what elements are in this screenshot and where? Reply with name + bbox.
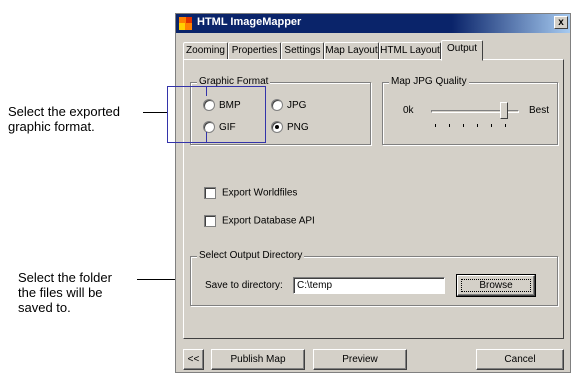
output-directory-input[interactable]: C:\temp xyxy=(293,277,445,294)
imagemapper-dialog: HTML ImageMapper x Zooming Properties Se… xyxy=(175,13,571,373)
output-panel: Graphic Format BMP JPG GIF PNG Map JPG Q… xyxy=(183,59,564,339)
radio-jpg-indicator xyxy=(271,99,283,112)
callout-line-3: saved to. xyxy=(18,300,71,315)
callout-line-2: graphic format. xyxy=(8,119,95,134)
radio-jpg-label: JPG xyxy=(287,100,307,111)
tab-map-layout[interactable]: Map Layout xyxy=(324,42,379,60)
back-button[interactable]: << xyxy=(183,349,204,370)
callout-line-1: Select the folder xyxy=(18,270,112,285)
format-bracket-divider-a xyxy=(206,86,207,96)
export-database-api-checkbox[interactable]: Export Database API xyxy=(204,215,315,228)
export-worldfiles-checkbox[interactable]: Export Worldfiles xyxy=(204,187,297,200)
slider-tick xyxy=(435,124,436,127)
slider-tick xyxy=(505,124,506,127)
export-worldfiles-box xyxy=(204,187,216,199)
radio-gif-label: GIF xyxy=(219,122,236,133)
export-database-api-label: Export Database API xyxy=(222,215,315,227)
jpg-quality-group: Map JPG Quality 0k Best xyxy=(382,76,558,145)
app-icon xyxy=(179,17,192,30)
radio-png-indicator xyxy=(271,121,283,134)
radio-bmp[interactable]: BMP xyxy=(203,99,241,112)
tab-zooming[interactable]: Zooming xyxy=(183,42,228,60)
callout-output-folder: Select the folder the files will be save… xyxy=(18,270,112,315)
graphic-format-group: Graphic Format BMP JPG GIF PNG xyxy=(190,76,371,145)
callout-graphic-format: Select the exported graphic format. xyxy=(8,104,120,134)
quality-high-label: Best xyxy=(529,105,550,116)
callout-format-leader xyxy=(143,112,167,113)
radio-gif[interactable]: GIF xyxy=(203,121,236,134)
callout-line-1: Select the exported xyxy=(8,104,121,119)
preview-button[interactable]: Preview xyxy=(313,349,407,370)
window-title: HTML ImageMapper xyxy=(197,16,302,28)
callout-line-2: the files will be xyxy=(18,285,103,300)
radio-bmp-indicator xyxy=(203,99,215,112)
slider-tick xyxy=(491,124,492,127)
title-bar: HTML ImageMapper x xyxy=(176,14,570,33)
export-worldfiles-label: Export Worldfiles xyxy=(222,187,298,199)
save-to-directory-label: Save to directory: xyxy=(205,280,283,291)
tab-output[interactable]: Output xyxy=(441,40,483,61)
export-database-api-box xyxy=(204,215,216,227)
tab-properties[interactable]: Properties xyxy=(228,42,281,60)
browse-focus-rect xyxy=(461,279,531,292)
output-directory-group: Select Output Directory Save to director… xyxy=(190,250,558,306)
format-bracket-divider-b xyxy=(206,132,207,142)
radio-gif-indicator xyxy=(203,121,215,134)
radio-jpg[interactable]: JPG xyxy=(271,99,306,112)
format-bracket-top xyxy=(167,86,266,87)
format-bracket-bottom xyxy=(167,142,266,143)
jpg-quality-legend: Map JPG Quality xyxy=(389,76,469,87)
slider-tick xyxy=(449,124,450,127)
close-button[interactable]: x xyxy=(554,16,568,29)
radio-bmp-label: BMP xyxy=(219,100,241,111)
tab-settings[interactable]: Settings xyxy=(281,42,324,60)
slider-tick xyxy=(477,124,478,127)
cancel-button[interactable]: Cancel xyxy=(476,349,564,370)
format-bracket-right xyxy=(265,86,266,142)
format-bracket-left xyxy=(167,86,168,142)
radio-png-label: PNG xyxy=(287,122,309,133)
browse-button[interactable]: Browse xyxy=(456,274,536,297)
output-directory-legend: Select Output Directory xyxy=(197,250,305,261)
radio-png[interactable]: PNG xyxy=(271,121,309,134)
tab-html-layout[interactable]: HTML Layout xyxy=(379,42,441,60)
quality-slider-thumb[interactable] xyxy=(500,102,508,119)
publish-map-button[interactable]: Publish Map xyxy=(211,349,305,370)
slider-tick xyxy=(463,124,464,127)
quality-low-label: 0k xyxy=(403,105,414,116)
